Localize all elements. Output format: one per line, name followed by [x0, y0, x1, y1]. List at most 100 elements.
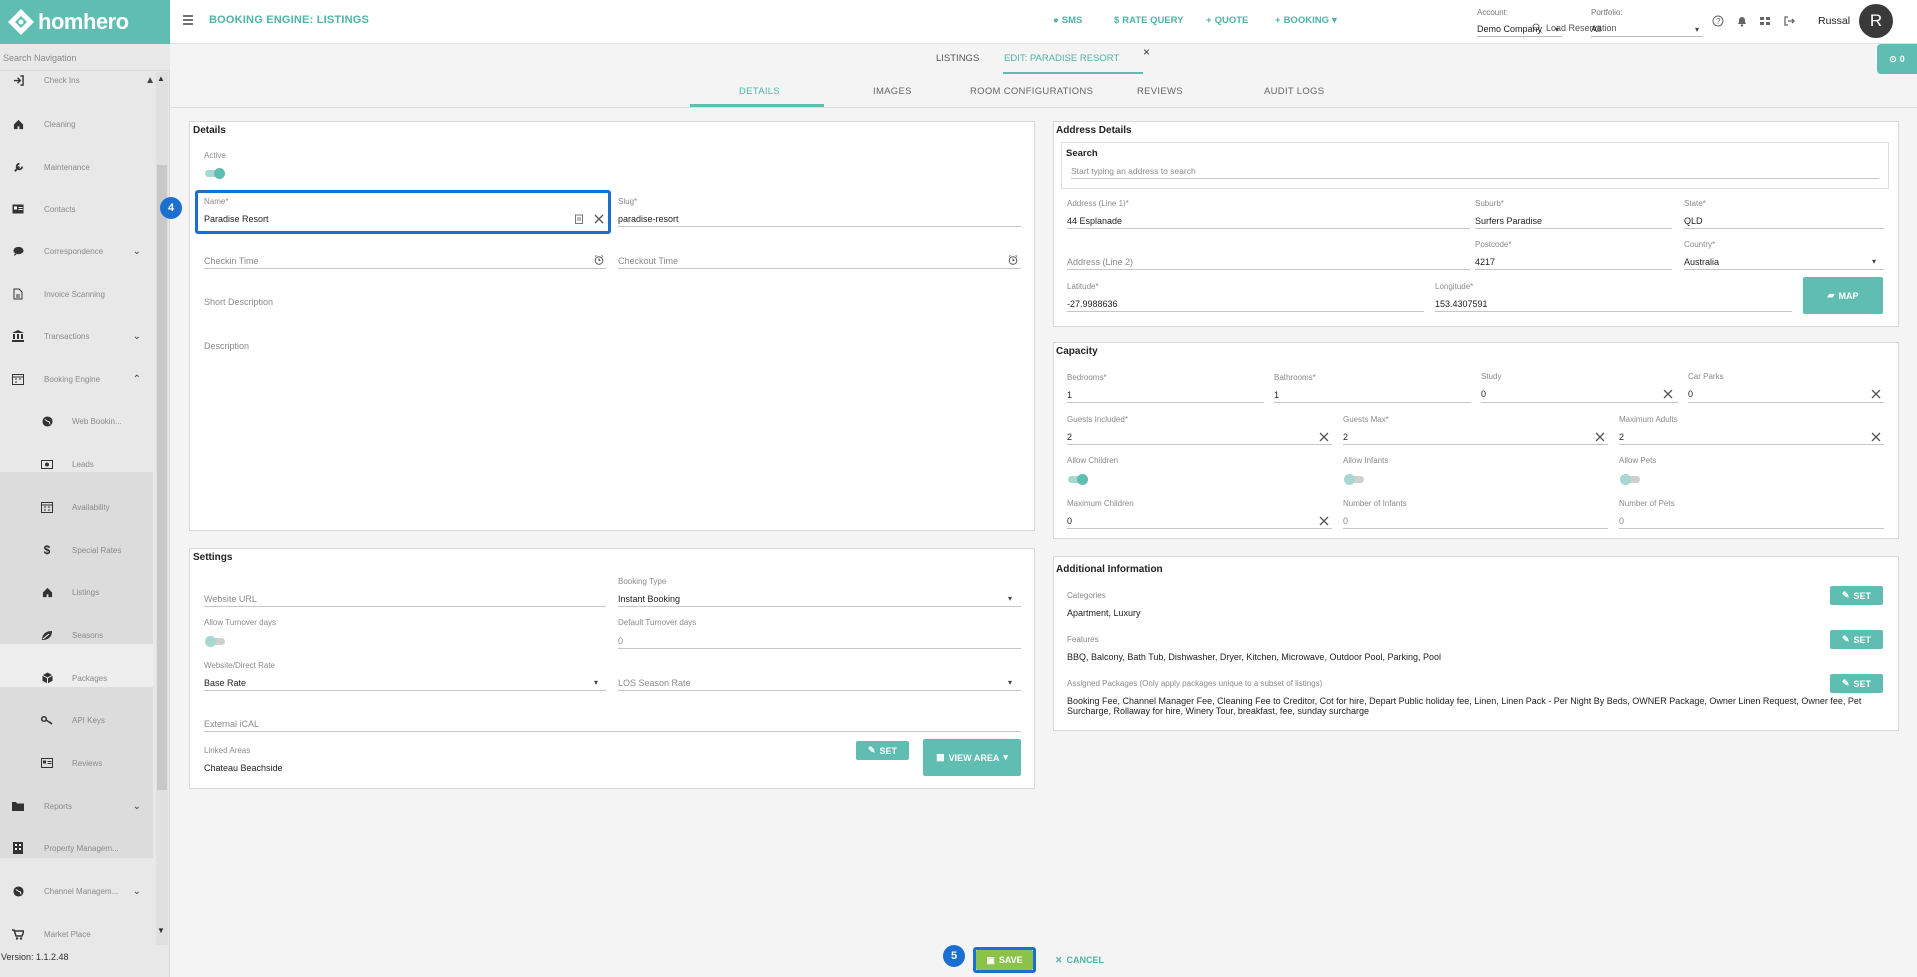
rate-query-button[interactable]: $ RATE QUERY — [1114, 15, 1184, 26]
sidebar-item-channel-management[interactable]: Channel Managem... ⌄ — [0, 881, 153, 901]
bell-icon[interactable] — [1736, 15, 1748, 27]
sidebar-item-transactions[interactable]: Transactions ⌄ — [0, 326, 153, 346]
num-pets-input[interactable]: 0 — [1619, 516, 1624, 526]
save-button[interactable]: ▣ SAVE — [976, 950, 1033, 970]
country-select[interactable]: Australia — [1684, 257, 1719, 267]
scroll-down-arrow-icon[interactable]: ▼ — [157, 926, 165, 935]
clock-icon[interactable] — [594, 255, 604, 265]
guests-included-input[interactable]: 2 — [1067, 432, 1072, 442]
postcode-input[interactable]: 4217 — [1475, 257, 1495, 267]
short-description-input[interactable]: Short Description — [204, 297, 273, 307]
address-line1-input[interactable]: 44 Esplanade — [1067, 216, 1122, 226]
los-season-rate-select[interactable]: LOS Season Rate — [618, 678, 691, 688]
categories-set-button[interactable]: ✎ SET — [1830, 586, 1883, 605]
clipboard-icon[interactable] — [574, 214, 584, 224]
website-url-input[interactable]: Website URL — [204, 594, 257, 604]
clear-icon[interactable] — [1663, 389, 1673, 399]
sidebar-item-reviews[interactable]: Reviews — [0, 753, 153, 773]
tab-room-configurations[interactable]: ROOM CONFIGURATIONS — [970, 86, 1093, 97]
tab-images[interactable]: IMAGES — [873, 86, 912, 97]
cancel-button[interactable]: ✕ CANCEL — [1055, 955, 1104, 966]
sidebar-item-check-ins[interactable]: Check Ins ▲ — [0, 72, 153, 90]
description-input[interactable]: Description — [204, 341, 249, 351]
sidebar-item-api-keys[interactable]: API Keys — [0, 710, 153, 730]
sidebar-item-contacts[interactable]: Contacts — [0, 199, 153, 219]
sidebar-item-invoice-scanning[interactable]: Invoice Scanning — [0, 284, 153, 304]
direct-rate-select[interactable]: Base Rate — [204, 678, 246, 688]
sidebar-item-leads[interactable]: Leads — [0, 454, 153, 474]
app-logo[interactable]: homhero — [0, 0, 170, 44]
state-input[interactable]: QLD — [1684, 216, 1703, 226]
sidebar-item-cleaning[interactable]: Cleaning — [0, 114, 153, 134]
allow-children-toggle[interactable] — [1068, 474, 1088, 485]
checkout-time-input[interactable]: Checkout Time — [618, 256, 678, 266]
user-name[interactable]: Russal — [1818, 15, 1850, 27]
sidebar-item-listings[interactable]: Listings — [0, 582, 153, 602]
sidebar-item-reports[interactable]: Reports ⌄ — [0, 796, 153, 816]
clear-icon[interactable] — [1319, 432, 1329, 442]
tab-reviews[interactable]: REVIEWS — [1137, 86, 1183, 97]
checkin-time-input[interactable]: Checkin Time — [204, 256, 259, 266]
help-icon[interactable]: ? — [1712, 15, 1724, 27]
clock-icon[interactable] — [1008, 255, 1018, 265]
hamburger-menu-icon[interactable] — [182, 14, 194, 26]
sidebar-item-availability[interactable]: Availability — [0, 497, 153, 517]
allow-turnover-toggle[interactable] — [205, 636, 225, 647]
max-adults-input[interactable]: 2 — [1619, 432, 1624, 442]
sidebar-item-packages[interactable]: Packages — [0, 668, 153, 688]
clear-icon[interactable] — [1871, 432, 1881, 442]
allow-pets-toggle[interactable] — [1620, 474, 1640, 485]
active-toggle[interactable] — [205, 168, 225, 179]
view-area-button[interactable]: ▦ VIEW AREA ▾ — [923, 739, 1021, 776]
booking-type-select[interactable]: Instant Booking — [618, 594, 680, 604]
study-input[interactable]: 0 — [1481, 389, 1486, 399]
sidebar-item-seasons[interactable]: Seasons — [0, 625, 153, 645]
map-button[interactable]: ▰ MAP — [1803, 277, 1883, 314]
booking-button[interactable]: + BOOKING ▾ — [1275, 15, 1337, 26]
tab-listings[interactable]: LISTINGS — [936, 53, 979, 64]
features-set-button[interactable]: ✎ SET — [1830, 630, 1883, 649]
latitude-input[interactable]: -27.9988636 — [1067, 299, 1118, 309]
bathrooms-input[interactable]: 1 — [1274, 390, 1279, 400]
clear-icon[interactable] — [1595, 432, 1605, 442]
max-children-input[interactable]: 0 — [1067, 516, 1072, 526]
sidebar-item-maintenance[interactable]: Maintenance — [0, 157, 153, 177]
default-turnover-input[interactable]: 0 — [618, 636, 623, 646]
account-select[interactable]: Demo Company — [1477, 24, 1562, 37]
sidebar-item-web-booking[interactable]: Web Bookin... — [0, 411, 153, 431]
sidebar-item-property-management[interactable]: Property Managem... — [0, 838, 153, 858]
scroll-up-arrow-icon[interactable]: ▲ — [157, 74, 165, 83]
sidebar-item-special-rates[interactable]: $ Special Rates — [0, 540, 153, 560]
guests-max-input[interactable]: 2 — [1343, 432, 1348, 442]
address-search-input[interactable]: Start typing an address to search — [1071, 166, 1196, 176]
suburb-input[interactable]: Surfers Paradise — [1475, 216, 1542, 226]
quote-button[interactable]: + QUOTE — [1206, 15, 1248, 26]
clear-icon[interactable] — [1319, 516, 1329, 526]
external-ical-input[interactable]: External iCAL — [204, 719, 259, 729]
sidebar-item-market-place[interactable]: Market Place — [0, 924, 153, 944]
logout-icon[interactable] — [1783, 15, 1795, 27]
sms-button[interactable]: ● SMS — [1053, 15, 1082, 26]
packages-set-button[interactable]: ✎ SET — [1830, 674, 1883, 693]
portfolio-select[interactable]: All — [1591, 24, 1703, 37]
avatar[interactable]: R — [1859, 4, 1893, 38]
name-input[interactable]: Paradise Resort — [204, 214, 269, 224]
tab-details[interactable]: DETAILS — [739, 86, 780, 97]
sidebar-item-booking-engine[interactable]: Booking Engine ⌃ — [0, 369, 153, 389]
clear-icon[interactable] — [594, 214, 604, 224]
notifications-button[interactable]: ⊙ 0 — [1877, 44, 1917, 74]
sidebar-scroll-thumb[interactable] — [157, 165, 167, 790]
close-tab-icon[interactable]: × — [1143, 45, 1150, 59]
tab-audit-logs[interactable]: AUDIT LOGS — [1264, 86, 1324, 97]
linked-areas-set-button[interactable]: ✎ SET — [856, 741, 909, 760]
apps-grid-icon[interactable] — [1759, 15, 1771, 27]
longitude-input[interactable]: 153.4307591 — [1435, 299, 1488, 309]
allow-infants-toggle[interactable] — [1344, 474, 1364, 485]
address-line2-input[interactable]: Address (Line 2) — [1067, 257, 1133, 267]
bedrooms-input[interactable]: 1 — [1067, 390, 1072, 400]
slug-input[interactable]: paradise-resort — [618, 214, 679, 224]
search-navigation-input[interactable]: Search Navigation — [0, 44, 170, 71]
car-parks-input[interactable]: 0 — [1688, 389, 1693, 399]
clear-icon[interactable] — [1871, 389, 1881, 399]
sidebar-item-correspondence[interactable]: Correspondence ⌄ — [0, 241, 153, 261]
